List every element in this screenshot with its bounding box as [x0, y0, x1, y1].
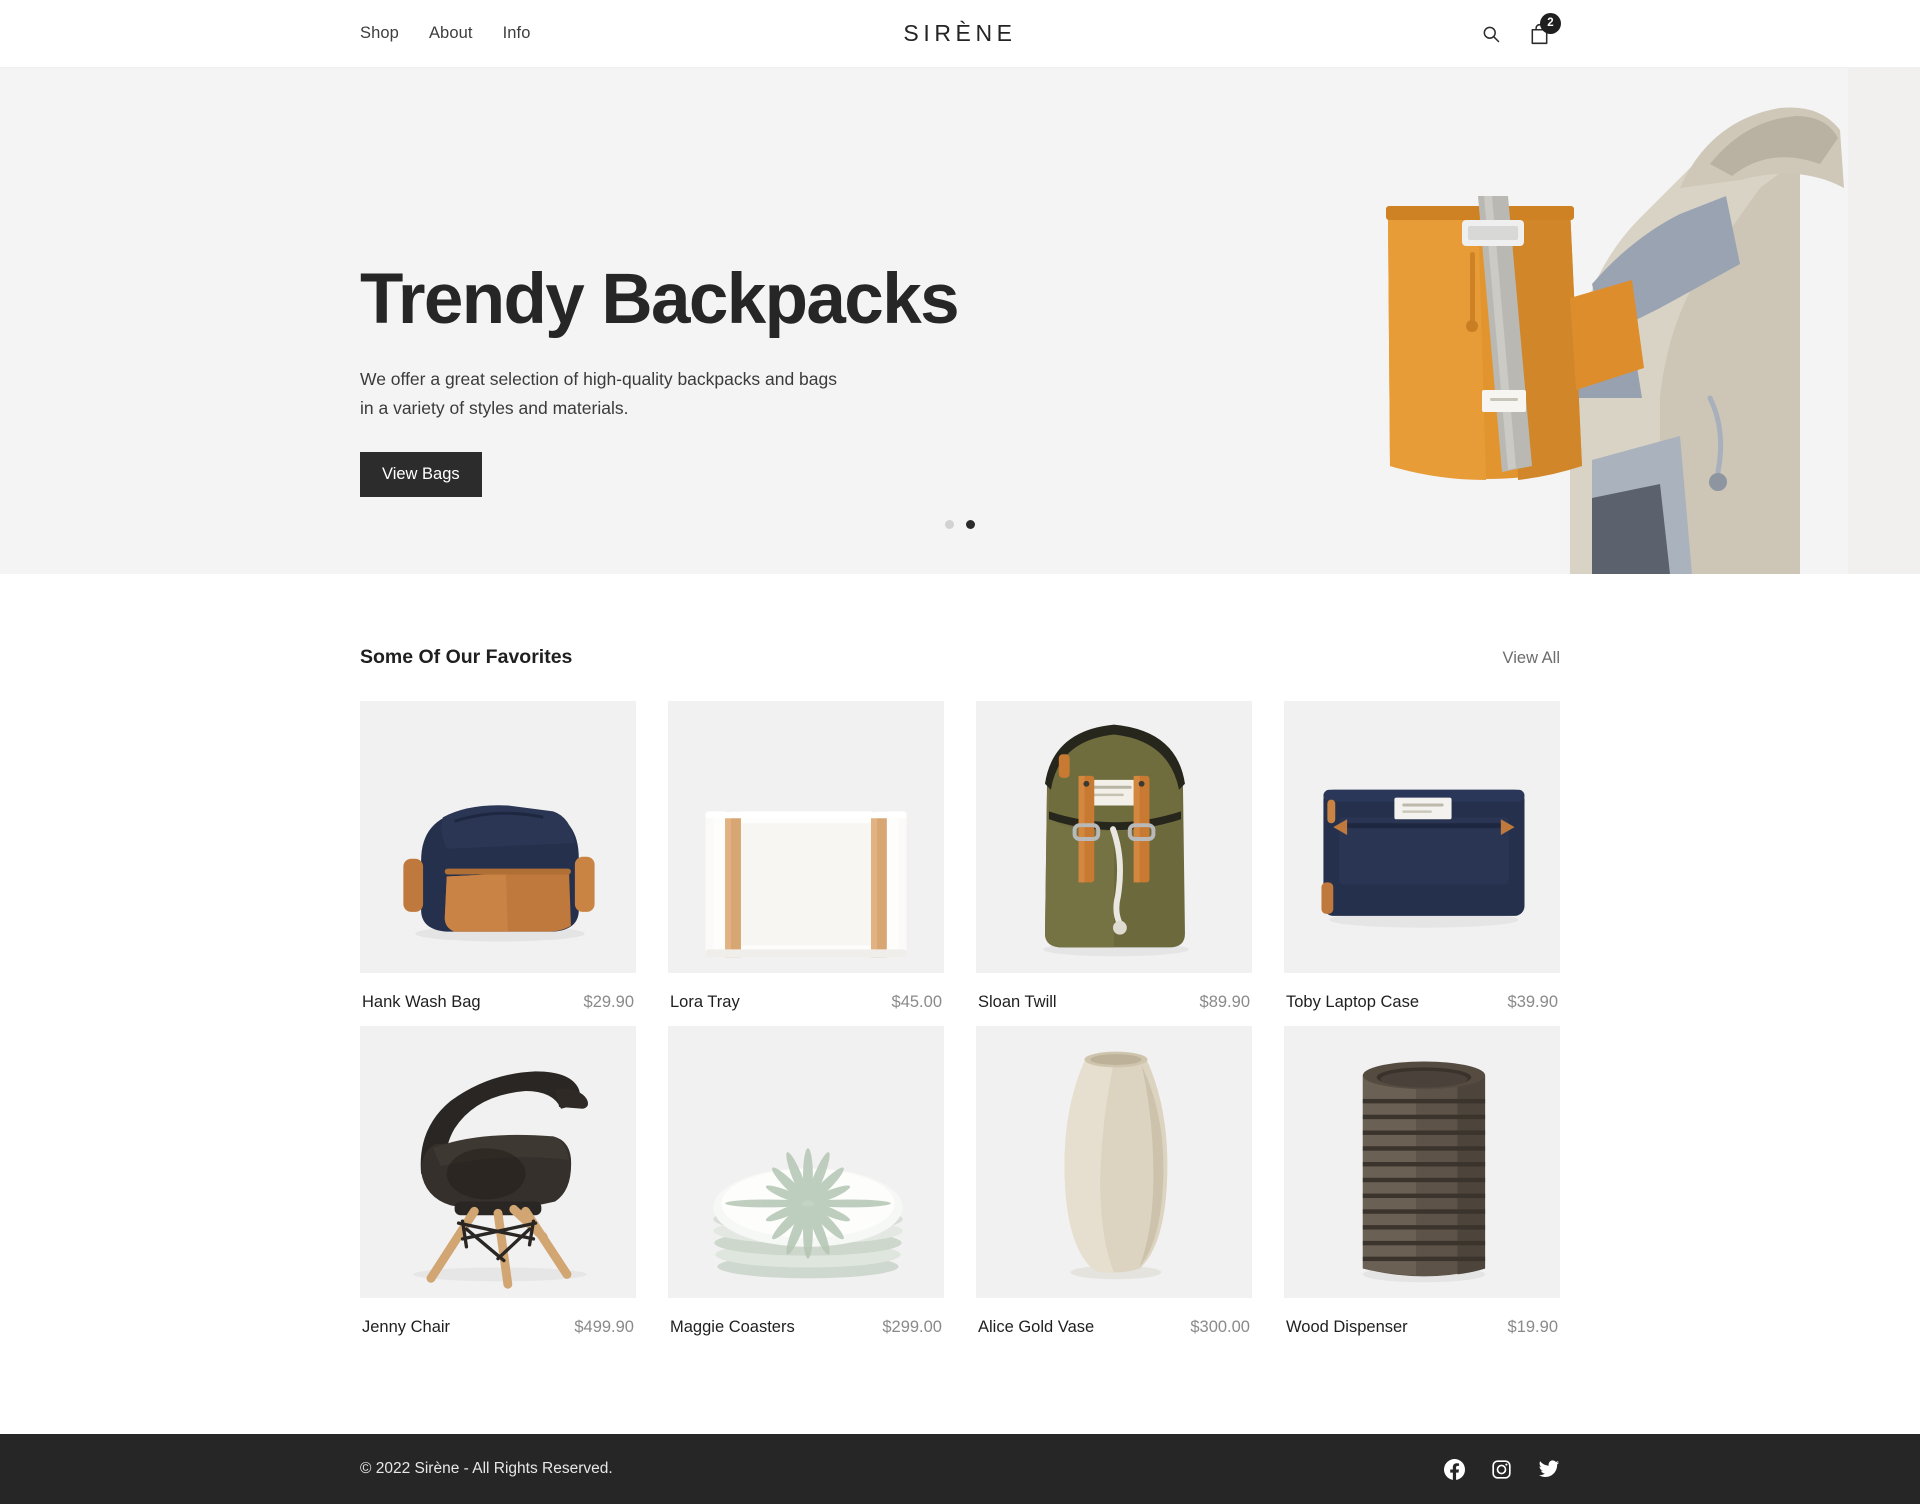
- shopping-bag-icon[interactable]: 2: [1526, 12, 1561, 47]
- product-card[interactable]: Wood Dispenser $19.90: [1284, 1026, 1560, 1337]
- product-image-dispenser: [1284, 1026, 1560, 1298]
- copyright-text: © 2022 Sirène - All Rights Reserved.: [360, 1460, 613, 1477]
- page-title: Some Of Our Favorites: [360, 646, 573, 668]
- header-actions: 2: [1478, 12, 1561, 47]
- hero-copy: Trendy Backpacks We offer a great select…: [360, 264, 980, 497]
- carousel-dots: [945, 520, 975, 529]
- view-bags-button[interactable]: View Bags: [360, 451, 482, 497]
- product-price: $29.90: [583, 993, 634, 1011]
- product-price: $39.90: [1507, 993, 1558, 1011]
- product-meta: Sloan Twill $89.90: [976, 973, 1252, 1012]
- site-footer: © 2022 Sirène - All Rights Reserved.: [0, 1434, 1920, 1504]
- product-meta: Jenny Chair $499.90: [360, 1298, 636, 1337]
- product-price: $300.00: [1190, 1318, 1250, 1336]
- product-meta: Toby Laptop Case $39.90: [1284, 973, 1560, 1012]
- product-name: Alice Gold Vase: [978, 1318, 1095, 1336]
- view-all-link[interactable]: View All: [1503, 649, 1560, 668]
- product-image-coasters: [668, 1026, 944, 1298]
- favorites-section: Some Of Our Favorites View All Hank Wash…: [0, 646, 1920, 1337]
- product-meta: Alice Gold Vase $300.00: [976, 1298, 1252, 1337]
- product-price: $45.00: [891, 993, 942, 1011]
- product-card[interactable]: Sloan Twill $89.90: [976, 701, 1252, 1012]
- site-header: Shop About Info SIRÈNE 2: [0, 0, 1920, 68]
- nav-item-info[interactable]: Info: [503, 24, 531, 43]
- site-logo[interactable]: SIRÈNE: [903, 20, 1016, 47]
- product-name: Lora Tray: [670, 993, 740, 1011]
- product-image-tray: [668, 701, 944, 973]
- nav-item-shop[interactable]: Shop: [360, 24, 399, 43]
- primary-nav: Shop About Info: [360, 24, 530, 43]
- product-image-backpack: [976, 701, 1252, 973]
- product-image-vase: [976, 1026, 1252, 1298]
- search-icon[interactable]: [1478, 21, 1504, 47]
- hero-image: [1240, 68, 1920, 574]
- product-image-chair: [360, 1026, 636, 1298]
- carousel-dot-2[interactable]: [966, 520, 975, 529]
- product-card[interactable]: Maggie Coasters $299.00: [668, 1026, 944, 1337]
- product-image-laptop-case: [1284, 701, 1560, 973]
- product-name: Jenny Chair: [362, 1318, 451, 1336]
- hero-subtitle: We offer a great selection of high-quali…: [360, 369, 838, 418]
- product-meta: Hank Wash Bag $29.90: [360, 973, 636, 1012]
- instagram-icon[interactable]: [1491, 1459, 1512, 1480]
- product-name: Sloan Twill: [978, 993, 1057, 1011]
- product-grid: Hank Wash Bag $29.90 Lora Tray $45.00 Sl…: [360, 701, 1560, 1337]
- product-card[interactable]: Lora Tray $45.00: [668, 701, 944, 1012]
- facebook-icon[interactable]: [1444, 1458, 1465, 1480]
- product-card[interactable]: Jenny Chair $499.90: [360, 1026, 636, 1337]
- product-price: $499.90: [574, 1318, 634, 1336]
- product-name: Hank Wash Bag: [362, 993, 481, 1011]
- cart-count-badge: 2: [1540, 12, 1561, 34]
- product-name: Toby Laptop Case: [1286, 993, 1420, 1011]
- product-name: Maggie Coasters: [670, 1318, 795, 1336]
- product-card[interactable]: Toby Laptop Case $39.90: [1284, 701, 1560, 1012]
- twitter-icon[interactable]: [1538, 1458, 1560, 1480]
- product-price: $299.00: [882, 1318, 942, 1336]
- hero-carousel: Trendy Backpacks We offer a great select…: [0, 68, 1920, 574]
- favorites-header: Some Of Our Favorites View All: [360, 646, 1560, 669]
- product-price: $89.90: [1199, 993, 1250, 1011]
- nav-item-about[interactable]: About: [429, 24, 473, 43]
- product-card[interactable]: Alice Gold Vase $300.00: [976, 1026, 1252, 1337]
- product-card[interactable]: Hank Wash Bag $29.90: [360, 701, 636, 1012]
- carousel-dot-1[interactable]: [945, 520, 954, 529]
- hero-title: Trendy Backpacks: [360, 260, 960, 339]
- social-links: [1444, 1458, 1560, 1480]
- product-image-wash-bag: [360, 701, 636, 973]
- product-meta: Maggie Coasters $299.00: [668, 1298, 944, 1337]
- product-meta: Lora Tray $45.00: [668, 973, 944, 1012]
- product-meta: Wood Dispenser $19.90: [1284, 1298, 1560, 1337]
- product-price: $19.90: [1507, 1318, 1558, 1336]
- product-name: Wood Dispenser: [1286, 1318, 1408, 1336]
